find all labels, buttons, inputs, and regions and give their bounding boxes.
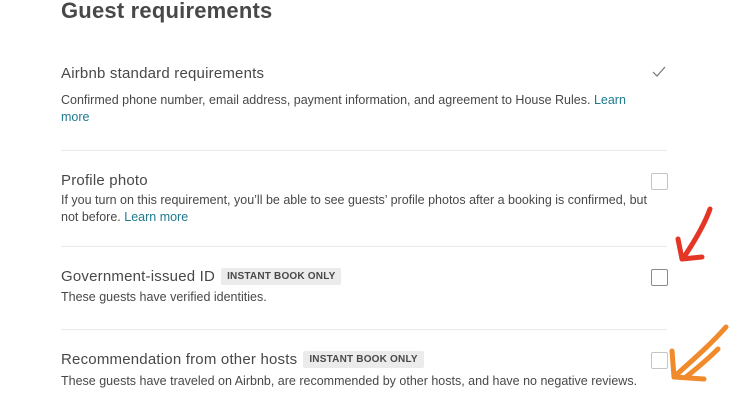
requirement-profile-photo: Profile photo If you turn on this requir… [61,172,667,226]
divider [61,246,667,247]
description-text: Confirmed phone number, email address, p… [61,93,591,107]
requirement-title-line: Recommendation from other hosts INSTANT B… [61,351,667,368]
red-arrow-icon [675,206,713,262]
requirement-title: Government-issued ID [61,268,216,285]
requirement-description: These guests have traveled on Airbnb, ar… [61,374,638,388]
page-title: Guest requirements [61,0,273,23]
divider [61,150,667,151]
government-id-checkbox[interactable] [651,269,668,286]
orange-arrow-icon [669,324,729,382]
requirement-title-line: Government-issued ID INSTANT BOOK ONLY [61,268,667,285]
requirement-description: These guests have verified identities. [61,290,267,304]
learn-more-link[interactable]: Learn more [124,210,188,224]
requirement-standard: Airbnb standard requirements Confirmed p… [61,65,667,126]
requirement-title: Recommendation from other hosts [61,351,298,368]
instant-book-badge: INSTANT BOOK ONLY [303,351,424,368]
requirement-government-id: Government-issued ID INSTANT BOOK ONLY Th… [61,268,667,306]
check-icon[interactable] [652,66,666,78]
requirement-description: If you turn on this requirement, you’ll … [61,192,651,226]
profile-photo-checkbox[interactable] [651,173,668,190]
requirement-title: Airbnb standard requirements [61,65,265,82]
instant-book-badge: INSTANT BOOK ONLY [221,268,342,285]
requirement-title: Profile photo [61,172,148,189]
divider [61,329,667,330]
requirement-host-recommendation: Recommendation from other hosts INSTANT B… [61,351,667,390]
requirement-description: Confirmed phone number, email address, p… [61,92,651,126]
